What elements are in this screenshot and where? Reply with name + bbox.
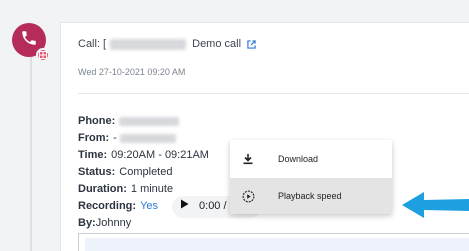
call-title: Call: [ Demo call xyxy=(78,38,256,50)
by-value: Johnny xyxy=(95,217,132,229)
call-title-text[interactable]: Demo call xyxy=(192,38,241,50)
player-time: 0:00 / xyxy=(199,200,227,212)
duration-label: Duration: xyxy=(78,183,127,195)
menu-item-download[interactable]: Download xyxy=(230,141,392,177)
phone-label: Phone: xyxy=(78,115,116,127)
playback-speed-label: Playback speed xyxy=(278,191,342,201)
redacted-phone xyxy=(119,117,180,126)
phone-icon xyxy=(20,29,38,52)
grid-icon xyxy=(39,46,47,64)
by-row: By: Johnny xyxy=(78,215,262,232)
menu-item-playback-speed[interactable]: Playback speed xyxy=(230,178,392,214)
status-value: Completed xyxy=(119,166,173,178)
call-title-prefix: Call: [ xyxy=(78,38,107,50)
pointer-arrow-icon xyxy=(402,192,469,218)
recording-label: Recording: xyxy=(78,200,137,212)
notes-box[interactable] xyxy=(78,233,469,251)
redacted-from xyxy=(119,134,176,143)
duration-value: 1 minute xyxy=(130,183,174,195)
call-type-badge xyxy=(36,48,50,62)
divider xyxy=(78,93,469,94)
external-link-icon[interactable] xyxy=(247,39,256,49)
redacted-contact xyxy=(110,38,187,50)
from-prefix: - xyxy=(113,132,117,144)
timeline-line xyxy=(30,40,32,251)
time-label: Time: xyxy=(78,149,108,161)
recording-link[interactable]: Yes xyxy=(140,198,158,215)
play-icon[interactable] xyxy=(180,198,189,215)
phone-row: Phone: xyxy=(78,113,262,130)
by-label: By: xyxy=(78,217,96,229)
status-label: Status: xyxy=(78,166,116,178)
download-icon xyxy=(242,153,264,165)
call-date: Wed 27-10-2021 09:20 AM xyxy=(78,67,186,77)
playback-speed-icon xyxy=(242,190,264,203)
time-value: 09:20AM - 09:21AM xyxy=(111,149,209,161)
download-label: Download xyxy=(278,154,319,164)
player-options-menu: Download Playback speed xyxy=(230,140,392,214)
notes-inner xyxy=(85,238,469,251)
from-label: From: xyxy=(78,132,110,144)
